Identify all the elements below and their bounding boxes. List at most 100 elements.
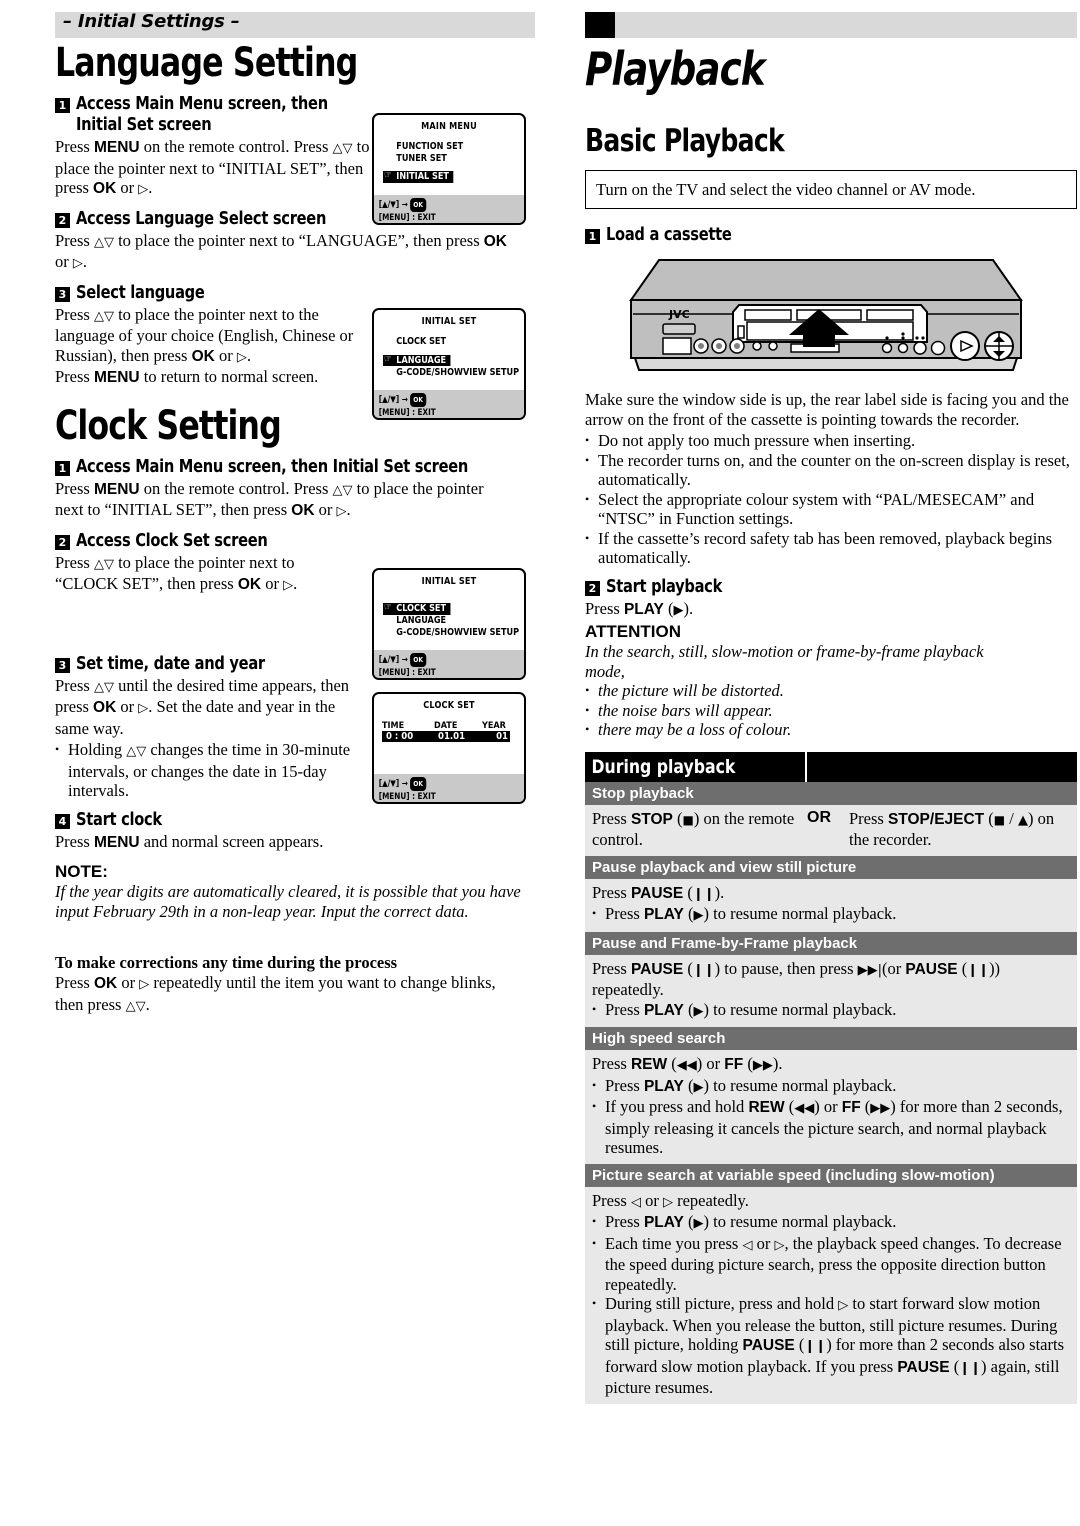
table-row: Press ◁ or ▷ repeatedly. Press PLAY (▶) … — [585, 1186, 1077, 1404]
osd-item-selected: CLOCK SET — [383, 602, 451, 615]
list-item: If you press and hold REW (◀◀) or FF (▶▶… — [592, 1097, 1070, 1158]
list-item: Press PLAY (▶) to resume normal playback… — [592, 1212, 1070, 1234]
vcr-illustration: JVC — [585, 252, 1077, 380]
osd-footer: [▲/▼] → OK [MENU] : EXIT — [374, 650, 524, 678]
table-cell-remote: Press STOP (■) on the remote control. — [592, 808, 795, 850]
table-cell-bullets: Press PLAY (▶) to resume normal playback… — [592, 1212, 1070, 1398]
step-lang-2-body: Press △▽ to place the pointer next to “L… — [55, 230, 507, 272]
ok-icon: OK — [410, 653, 426, 667]
osd-footer: [▲/▼] → OK [MENU] : EXIT — [374, 195, 524, 223]
osd-footer-line2: [MENU] : EXIT — [378, 792, 436, 802]
step-clock-1: 1 Access Main Menu screen, then Initial … — [55, 457, 565, 478]
step-number: 3 — [55, 657, 70, 673]
table-cell-text: Press PAUSE (❙❙) to pause, then press ▶▶… — [592, 958, 1001, 1000]
clock-col-time: TIME — [382, 721, 405, 731]
step-title: Select language — [76, 282, 205, 303]
list-item: Press PLAY (▶) to resume normal playback… — [592, 904, 1070, 926]
step-play-1-bullets: Do not apply too much pressure when inse… — [585, 431, 1077, 568]
step-title: Access Language Select screen — [76, 208, 327, 229]
osd-footer-line2: [MENU] : EXIT — [378, 213, 436, 223]
list-item: During still picture, press and hold ▷ t… — [592, 1294, 1070, 1398]
osd-title: INITIAL SET — [421, 316, 477, 327]
step-number: 2 — [55, 212, 70, 228]
list-item: Press PLAY (▶) to resume normal playback… — [592, 1000, 1070, 1022]
osd-initial-set-language: INITIAL SET CLOCK SET LANGUAGE G-CODE/SH… — [372, 308, 526, 420]
ok-icon: OK — [410, 393, 426, 407]
table-row: Press PAUSE (❙❙) to pause, then press ▶▶… — [585, 954, 1077, 1027]
section-title-basic-playback: Basic Playback — [585, 123, 785, 159]
correction-body: Press OK or ▷ repeatedly until the item … — [55, 973, 496, 1014]
osd-clock-set: CLOCK SET TIME DATE YEAR 0 : 00 01.01 01… — [372, 692, 526, 804]
osd-item: G-CODE/SHOWVIEW SETUP — [396, 626, 520, 638]
step-lang-3: 3 Select language — [55, 283, 565, 304]
table-title-bar: During playback — [585, 751, 1077, 782]
step-clock-4: 4 Start clock — [55, 810, 565, 831]
osd-footer: [▲/▼] → OK [MENU] : EXIT — [374, 390, 524, 418]
step-clock-2: 2 Access Clock Set screen — [55, 531, 565, 552]
osd-footer-line1: [▲/▼] → OK — [374, 774, 517, 791]
step-clock-3-bullets: Holding △▽ changes the time in 30-minute… — [55, 740, 360, 801]
table-row: Press STOP (■) on the remote control. OR… — [585, 804, 1077, 856]
table-row-header: Pause playback and view still picture — [585, 855, 1077, 879]
list-item: there may be a loss of colour. — [585, 720, 1077, 740]
clock-value-year: 01 — [496, 731, 508, 742]
page-title-language-setting: Language Setting — [55, 40, 358, 86]
running-head-band-right — [585, 12, 1077, 38]
osd-footer-line2: [MENU] : EXIT — [378, 668, 436, 678]
vcr-brand-label: JVC — [668, 308, 690, 321]
step-clock-1-body: Press MENU on the remote control. Press … — [55, 478, 484, 520]
step-number: 2 — [585, 580, 600, 596]
step-title: Start playback — [606, 576, 723, 597]
step-play-2-body: Press PLAY (▶). — [585, 598, 694, 618]
table-cell-text: Press ◁ or ▷ repeatedly. — [592, 1190, 749, 1210]
osd-initial-set-clock: INITIAL SET CLOCK SET LANGUAGE G-CODE/SH… — [372, 568, 526, 680]
osd-footer-line2: [MENU] : EXIT — [378, 408, 436, 418]
step-clock-2-body: Press △▽ to place the pointer next to “C… — [55, 552, 298, 594]
table-title: During playback — [591, 755, 736, 778]
step-number: 2 — [55, 534, 70, 550]
list-item: Press PLAY (▶) to resume normal playback… — [592, 1076, 1070, 1098]
osd-footer-line1: [▲/▼] → OK — [374, 390, 517, 407]
clock-value-time: 0 : 00 — [386, 731, 414, 742]
step-title: Start clock — [76, 809, 162, 830]
table-cell-bullets: Press PLAY (▶) to resume normal playback… — [592, 904, 1070, 926]
osd-item: TUNER SET — [396, 152, 447, 164]
osd-title: MAIN MENU — [421, 121, 477, 132]
table-cell-recorder: Press STOP/EJECT (■ / ▲) on the recorder… — [849, 808, 1055, 850]
osd-footer-line1: [▲/▼] → OK — [374, 195, 517, 212]
table-row-header: Pause and Frame-by-Frame playback — [585, 931, 1077, 955]
note-heading: NOTE: — [55, 862, 108, 881]
table-cell-text: Press PAUSE (❙❙). — [592, 882, 725, 902]
list-item: The recorder turns on, and the counter o… — [585, 451, 1077, 490]
table-row-header: Stop playback — [585, 781, 1077, 805]
step-clock-4-body: Press MENU and normal screen appears. — [55, 831, 324, 851]
clock-col-year: YEAR — [482, 721, 506, 731]
table-row-header: High speed search — [585, 1027, 1077, 1050]
osd-footer-line1: [▲/▼] → OK — [374, 650, 517, 667]
step-clock-3-body: Press △▽ until the desired time appears,… — [55, 675, 350, 738]
step-play-1-body: Make sure the window side is up, the rea… — [585, 390, 1069, 429]
attention-heading: ATTENTION — [585, 622, 682, 641]
osd-main-menu: MAIN MENU FUNCTION SET TUNER SET INITIAL… — [372, 113, 526, 225]
clock-values-row: 0 : 00 01.01 01 — [382, 731, 510, 742]
step-title: Access Clock Set screen — [76, 530, 268, 551]
clock-column-headers: TIME DATE YEAR — [382, 721, 524, 731]
osd-item-selected: LANGUAGE — [383, 354, 451, 366]
step-number: 1 — [55, 98, 70, 113]
table-row-header: Picture search at variable speed (includ… — [585, 1163, 1077, 1187]
list-item: Select the appropriate colour system wit… — [585, 490, 1077, 529]
list-item: the noise bars will appear. — [585, 701, 1077, 721]
step-title: Access Main Menu screen, then Initial Se… — [76, 94, 328, 135]
correction-heading: To make corrections any time during the … — [55, 953, 398, 972]
during-playback-table: During playback Stop playback Press STOP… — [585, 751, 1077, 1404]
table-or-label: OR — [807, 808, 831, 826]
osd-item-selected: INITIAL SET — [383, 170, 454, 183]
chapter-marker-square — [585, 12, 615, 38]
manual-page: – Initial Settings – Language Setting 1 … — [0, 0, 1080, 1526]
ok-icon: OK — [410, 198, 426, 212]
running-head-title: – Initial Settings – — [63, 11, 240, 32]
ok-icon: OK — [410, 777, 426, 791]
osd-title: INITIAL SET — [421, 576, 477, 587]
list-item: If the cassette’s record safety tab has … — [585, 529, 1077, 568]
list-item: the picture will be distorted. — [585, 681, 1077, 701]
